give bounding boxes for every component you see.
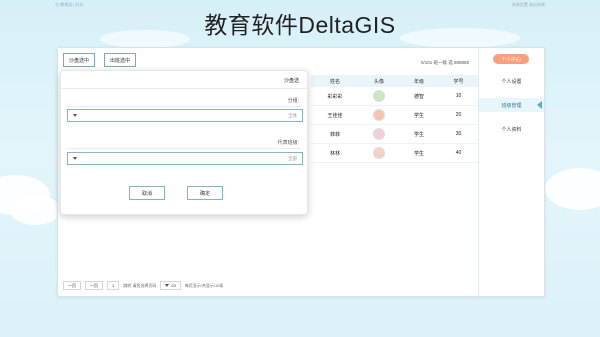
pagination: 一页 一页 1 跳转 请您选择页码 20 每页显示/共显示/15条 [63, 281, 223, 290]
table-row[interactable]: 菲菲 学生 30 [311, 125, 478, 144]
chevron-down-icon [73, 114, 77, 117]
header-name[interactable]: 姓名 [311, 75, 359, 87]
table-row[interactable]: 林林 学生 40 [311, 144, 478, 163]
student-number: 30 [455, 131, 462, 137]
group-label: 分组: [287, 98, 299, 104]
page-size-select[interactable]: 20 [160, 281, 181, 290]
sidebar-item[interactable]: 个人设置 [479, 74, 544, 88]
pager-info-text: 每页显示/共显示/15条 [184, 282, 224, 288]
avatar [373, 147, 385, 159]
avatar-cell [359, 125, 399, 143]
page-number-input[interactable]: 1 [107, 281, 120, 290]
student-grade: 学生 [413, 150, 424, 157]
chevron-down-icon [165, 284, 170, 287]
class-label: 代表班级: [277, 140, 299, 146]
student-number: 10 [455, 93, 462, 99]
student-grade: 学生 [413, 112, 424, 119]
avatar-cell [359, 87, 399, 105]
student-number: 20 [455, 112, 462, 118]
sidebar: 个人中心 个人设置班级管理个人资料 [478, 48, 544, 298]
student-number: 40 [455, 150, 462, 156]
sandbox-select-button[interactable]: 沙盘选中 [63, 53, 96, 67]
avatar [373, 128, 385, 140]
student-name: 彩彩彩 [327, 93, 343, 100]
table-header: 姓名 头像 年级 学号 [311, 75, 478, 87]
class-select[interactable]: 全部 [67, 152, 303, 165]
header-grade: 年级 [413, 78, 424, 85]
page-size-value: 20 [171, 283, 176, 288]
divider [61, 88, 307, 89]
group-select[interactable]: 全体 [67, 109, 303, 122]
cloud-decoration [545, 168, 600, 210]
next-page-button[interactable]: 一页 [85, 281, 103, 290]
student-table: 姓名 头像 年级 学号 彩彩彩 德智 10 王佳佳 学生 20 菲菲 学生 30 林林 学生 40 [311, 75, 478, 163]
student-name: 林林 [329, 150, 340, 157]
sidebar-item[interactable]: 个人资料 [479, 122, 544, 136]
selection-modal: 沙盘选 分组: 全体 代表班级: 全部 取消 确定 [60, 70, 308, 215]
avatar [373, 90, 385, 102]
pager-jump-text: 跳转 请您选择页码 [123, 282, 157, 288]
header-avatar: 头像 [373, 78, 384, 85]
group-select-value: 全体 [288, 112, 297, 118]
sidebar-item[interactable]: 班级管理 [479, 98, 544, 112]
student-name: 菲菲 [329, 131, 340, 138]
selection-info: 0/101 班一级 选 888888 [420, 60, 469, 65]
prev-page-button[interactable]: 一页 [63, 281, 81, 290]
modal-title: 沙盘选 [283, 78, 299, 84]
confirm-button[interactable]: 确定 [187, 186, 223, 200]
student-name: 王佳佳 [327, 112, 343, 119]
class-select-button[interactable]: 出班选中 [104, 53, 137, 67]
table-row[interactable]: 彩彩彩 德智 10 [311, 87, 478, 106]
class-select-value: 全部 [288, 155, 297, 161]
student-grade: 学生 [413, 131, 424, 138]
cancel-button[interactable]: 取消 [129, 186, 165, 200]
header-number: 学号 [453, 78, 464, 85]
cloud-decoration [10, 195, 60, 225]
avatar [373, 109, 385, 121]
sidebar-head: 个人中心 [493, 54, 529, 64]
divider [67, 148, 301, 149]
divider [67, 106, 301, 107]
avatar-cell [359, 144, 399, 162]
table-row[interactable]: 王佳佳 学生 20 [311, 106, 478, 125]
page-title: 教育软件DeltaGIS [204, 12, 396, 38]
chevron-down-icon [73, 157, 77, 160]
student-grade: 德智 [413, 93, 424, 100]
avatar-cell [359, 106, 399, 124]
